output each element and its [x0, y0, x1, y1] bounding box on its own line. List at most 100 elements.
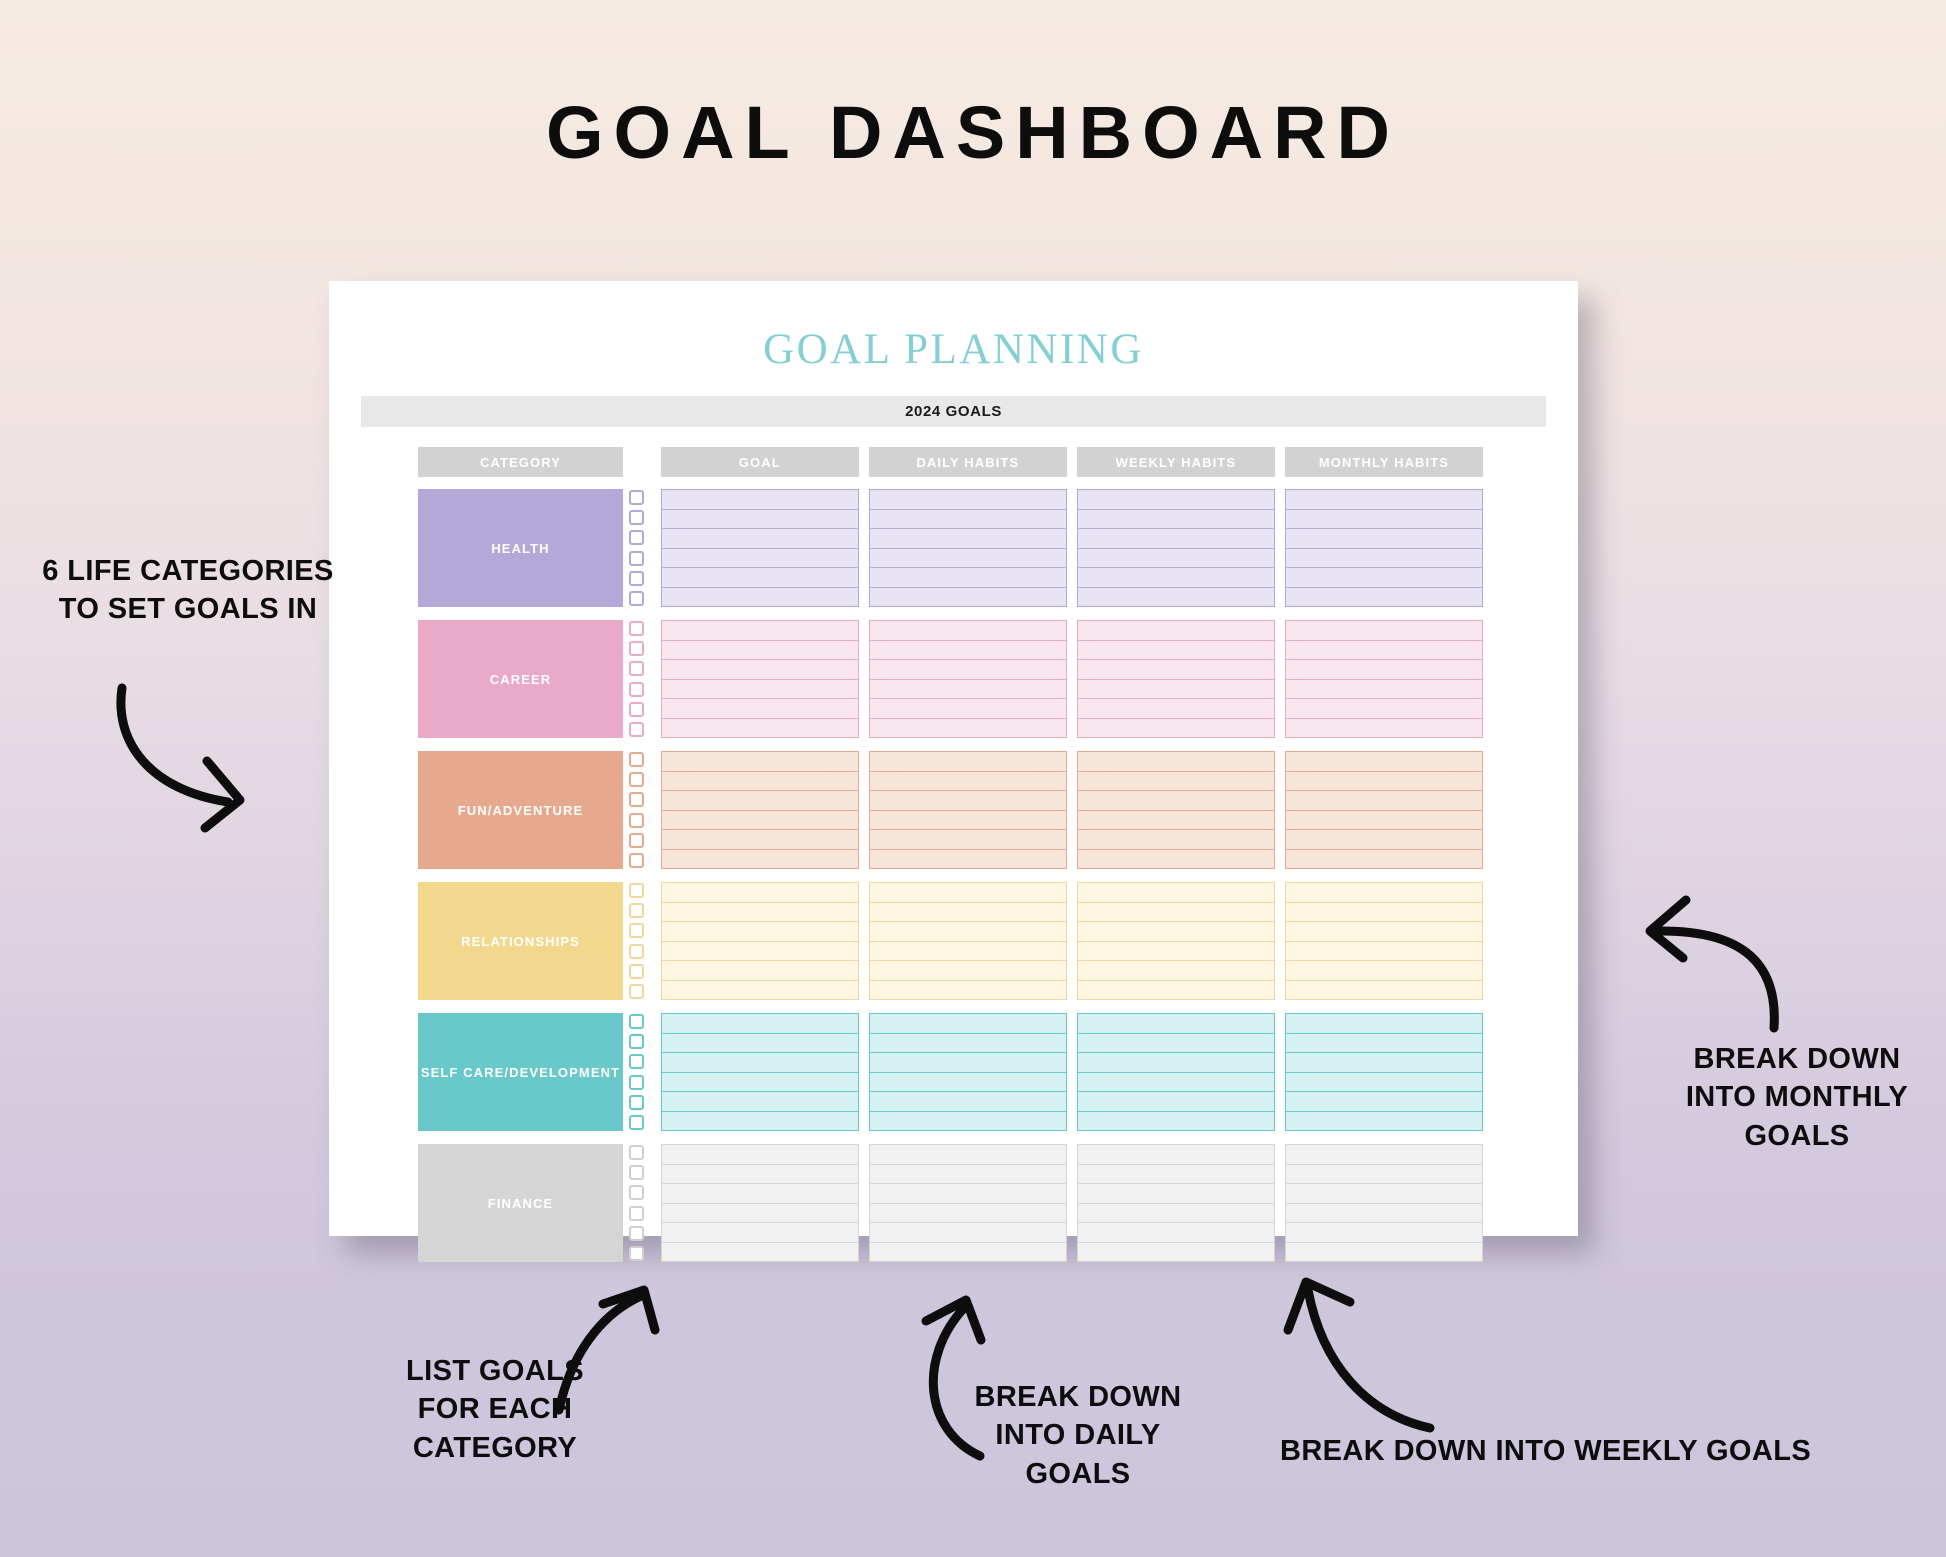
goal-checkbox[interactable] [629, 792, 645, 808]
write-line[interactable] [1285, 699, 1483, 719]
goal-checkbox[interactable] [629, 550, 645, 566]
write-line[interactable] [1286, 1112, 1482, 1131]
write-line[interactable] [661, 772, 858, 791]
goal-checkbox[interactable] [629, 721, 645, 737]
category-swatch[interactable]: SELF CARE/DEVELOPMENT [418, 1013, 623, 1131]
write-line[interactable] [661, 568, 858, 588]
write-line[interactable] [869, 1204, 1066, 1223]
write-line[interactable] [869, 903, 1066, 922]
write-line[interactable] [661, 1034, 858, 1053]
write-line[interactable] [1077, 1073, 1274, 1092]
write-line[interactable] [1286, 850, 1482, 869]
write-line[interactable] [1285, 883, 1483, 903]
write-line[interactable] [1286, 1243, 1482, 1262]
goal-checkbox[interactable] [629, 852, 645, 868]
write-line[interactable] [1285, 1034, 1483, 1053]
goal-checkbox[interactable] [629, 530, 645, 546]
write-line[interactable] [869, 1014, 1066, 1034]
write-line[interactable] [1078, 719, 1274, 738]
write-line[interactable] [1285, 510, 1483, 529]
goal-checkbox[interactable] [629, 1014, 645, 1029]
write-line[interactable] [1285, 641, 1483, 660]
write-line[interactable] [870, 850, 1066, 869]
goal-checkbox[interactable] [629, 1034, 645, 1050]
write-line[interactable] [1077, 549, 1274, 568]
goal-checkbox[interactable] [629, 903, 645, 919]
write-line[interactable] [661, 752, 858, 772]
goal-checkbox[interactable] [629, 1185, 645, 1201]
write-line[interactable] [662, 1112, 858, 1131]
write-line[interactable] [1285, 549, 1483, 568]
write-line[interactable] [869, 510, 1066, 529]
write-line[interactable] [869, 1223, 1066, 1243]
write-line[interactable] [661, 1204, 858, 1223]
write-line[interactable] [661, 903, 858, 922]
write-line[interactable] [1077, 961, 1274, 981]
write-line[interactable] [661, 811, 858, 830]
write-line[interactable] [1077, 1204, 1274, 1223]
write-line[interactable] [1286, 981, 1482, 1000]
write-line[interactable] [1077, 1092, 1274, 1112]
write-line[interactable] [869, 529, 1066, 549]
write-line[interactable] [1077, 621, 1274, 641]
write-line[interactable] [869, 922, 1066, 942]
write-line[interactable] [869, 752, 1066, 772]
write-line[interactable] [1285, 490, 1483, 510]
goal-checkbox[interactable] [629, 943, 645, 959]
write-line[interactable] [661, 1223, 858, 1243]
write-line[interactable] [1077, 660, 1274, 680]
write-line[interactable] [1285, 1092, 1483, 1112]
write-line[interactable] [1285, 621, 1483, 641]
write-line[interactable] [1285, 942, 1483, 961]
write-line[interactable] [1077, 752, 1274, 772]
write-line[interactable] [1285, 1145, 1483, 1165]
write-line[interactable] [1077, 529, 1274, 549]
write-line[interactable] [869, 1145, 1066, 1165]
write-line[interactable] [1285, 1184, 1483, 1204]
goal-checkbox[interactable] [629, 510, 645, 526]
write-line[interactable] [1285, 568, 1483, 588]
goal-checkbox[interactable] [629, 1074, 645, 1090]
write-line[interactable] [1077, 1053, 1274, 1073]
write-line[interactable] [662, 588, 858, 607]
write-line[interactable] [869, 1165, 1066, 1184]
category-swatch[interactable]: RELATIONSHIPS [418, 882, 623, 1000]
goal-checkbox[interactable] [629, 772, 645, 788]
goal-checkbox[interactable] [629, 661, 645, 677]
write-line[interactable] [1077, 922, 1274, 942]
goal-checkbox[interactable] [629, 983, 645, 999]
write-line[interactable] [1077, 942, 1274, 961]
write-line[interactable] [661, 883, 858, 903]
goal-checkbox[interactable] [629, 490, 645, 505]
write-line[interactable] [869, 1053, 1066, 1073]
write-line[interactable] [869, 961, 1066, 981]
goal-checkbox[interactable] [629, 621, 645, 636]
category-swatch[interactable]: FINANCE [418, 1144, 623, 1262]
write-line[interactable] [869, 791, 1066, 811]
write-line[interactable] [1285, 1204, 1483, 1223]
write-line[interactable] [1285, 772, 1483, 791]
write-line[interactable] [869, 621, 1066, 641]
write-line[interactable] [869, 680, 1066, 699]
category-swatch[interactable]: FUN/ADVENTURE [418, 751, 623, 869]
write-line[interactable] [1285, 660, 1483, 680]
goal-checkbox[interactable] [629, 701, 645, 717]
write-line[interactable] [1077, 1034, 1274, 1053]
write-line[interactable] [661, 1073, 858, 1092]
write-line[interactable] [1285, 903, 1483, 922]
write-line[interactable] [661, 922, 858, 942]
write-line[interactable] [1285, 1053, 1483, 1073]
goal-checkbox[interactable] [629, 832, 645, 848]
write-line[interactable] [662, 981, 858, 1000]
goal-checkbox[interactable] [629, 923, 645, 939]
goal-checkbox[interactable] [629, 1205, 645, 1221]
write-line[interactable] [869, 772, 1066, 791]
category-swatch[interactable]: CAREER [418, 620, 623, 738]
write-line[interactable] [1077, 1014, 1274, 1034]
write-line[interactable] [1077, 903, 1274, 922]
write-line[interactable] [870, 981, 1066, 1000]
write-line[interactable] [1077, 772, 1274, 791]
write-line[interactable] [1286, 719, 1482, 738]
write-line[interactable] [661, 529, 858, 549]
write-line[interactable] [662, 850, 858, 869]
